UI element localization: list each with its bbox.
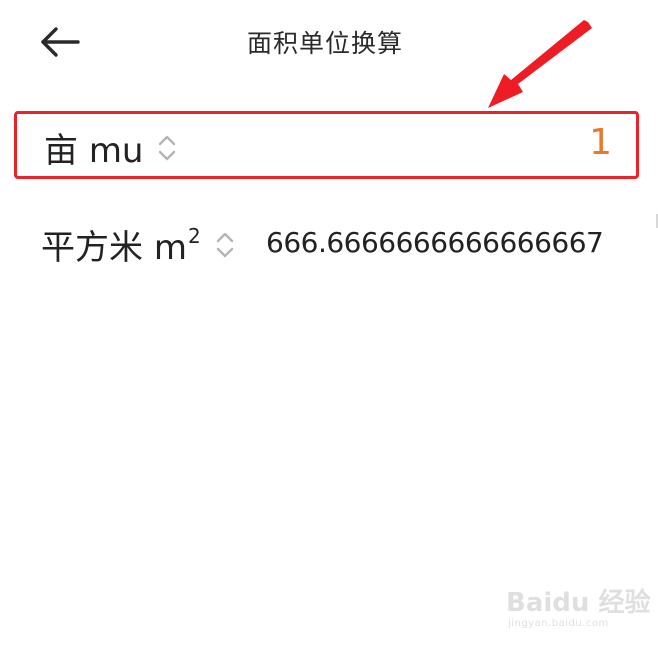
watermark-brand: Baidu 经验 — [506, 588, 651, 618]
conversion-row-mu: 亩 mu 1 — [14, 111, 639, 179]
watermark: Baidu 经验 jingyan.baidu.com — [506, 578, 650, 638]
conversion-row-square-meter: 平方米 m2 666.6666666666666667 — [14, 214, 636, 278]
value-field-square-meter[interactable]: 666.6666666666666667 — [266, 226, 604, 259]
unit-label-mu: 亩 mu — [44, 123, 143, 172]
unit-symbol: mu — [88, 131, 144, 171]
unit-selector-square-meter[interactable]: 平方米 m2 — [41, 220, 235, 269]
unit-label-square-meter: 平方米 m2 — [41, 220, 201, 269]
unit-name: 亩 — [44, 131, 78, 171]
unit-name: 平方米 — [41, 228, 143, 268]
chevron-up-down-icon — [157, 132, 177, 164]
unit-selector-mu[interactable]: 亩 mu — [44, 123, 177, 172]
value-field-mu[interactable]: 1 — [589, 122, 612, 163]
unit-symbol: m — [153, 228, 187, 268]
chevron-up-down-icon — [215, 229, 235, 261]
unit-superscript: 2 — [187, 223, 201, 248]
watermark-url: jingyan.baidu.com — [508, 618, 609, 629]
red-arrow-icon — [470, 12, 600, 116]
